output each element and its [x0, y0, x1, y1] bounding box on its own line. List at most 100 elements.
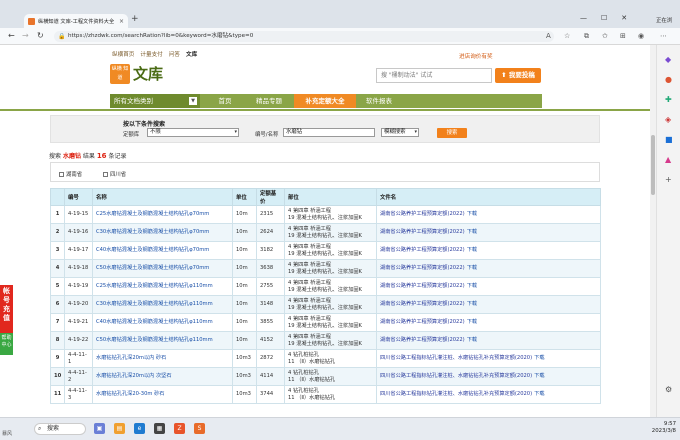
row-name-link[interactable]: C40水磨钻混凝土及钢筋混凝土结构钻孔φ70mm	[92, 241, 233, 260]
row-file: 湖南省公路养护工程预算定额(2022) 下载	[376, 241, 601, 260]
site-logo[interactable]: 纵横 知道 文库	[110, 63, 163, 84]
favorites-icon[interactable]: ✩	[602, 32, 608, 40]
row-name-link[interactable]: C25水磨钻混凝土及钢筋混凝土结构钻孔φ110mm	[92, 277, 233, 296]
result-keyword: 水磨钻	[62, 153, 81, 160]
row-name-link[interactable]: C50水磨钻混凝土及钢筋混凝土结构钻孔φ110mm	[92, 331, 233, 350]
nav-topics[interactable]: 精品专题	[244, 94, 294, 108]
table-row: 6 4-19-20 C30水磨钻混凝土及钢筋混凝土结构钻孔φ110mm 10m 3148…	[50, 295, 601, 314]
sidebar-settings-icon[interactable]: ⚙	[665, 385, 672, 394]
row-name-link[interactable]: C50水磨钻混凝土及钢筋混凝土结构钻孔φ70mm	[92, 259, 233, 278]
top-link-qa[interactable]: 问答	[169, 50, 180, 58]
add-sidebar-icon[interactable]: +	[665, 175, 672, 184]
row-unit: 10m3	[232, 385, 257, 404]
maximize-icon[interactable]: ☐	[601, 14, 607, 22]
edge-icon[interactable]: e	[134, 423, 145, 434]
download-link[interactable]: 下载	[467, 211, 477, 217]
mode-select[interactable]: 模糊搜索 ▾	[381, 128, 419, 137]
row-part: 4 钻孔桩钻孔 11 （Ⅱ）水磨钻钻孔	[284, 367, 377, 386]
tools-icon[interactable]: ✚	[665, 95, 672, 104]
top-link-library[interactable]: 文库	[186, 50, 197, 58]
top-link-pay[interactable]: 计量支付	[140, 50, 162, 58]
url-field[interactable]: 🔒 https://zhzdwk.com/searchRation?lib=0&…	[54, 31, 554, 42]
shopping-icon[interactable]: ●	[665, 75, 672, 84]
search-conditions: 按以下条件搜索 定额库 不限 ▾ 编号/名称 水磨钻 模糊搜索 ▾ 搜索	[50, 115, 600, 143]
row-index: 11	[50, 385, 65, 404]
tab-close-icon[interactable]: ×	[119, 18, 124, 25]
row-file-name: 湖南省公路养护工程预算定额(2022)	[380, 229, 465, 236]
new-tab-button[interactable]: +	[131, 14, 139, 24]
taskbar-search[interactable]: ⌕ 搜索	[34, 423, 86, 435]
close-window-icon[interactable]: ✕	[621, 14, 627, 22]
collections-icon[interactable]: ⊞	[620, 32, 626, 40]
lock-icon: 🔒	[58, 33, 66, 40]
row-index: 3	[50, 241, 65, 260]
drop-icon[interactable]: ▲	[665, 155, 671, 164]
download-link[interactable]: 下载	[467, 337, 477, 343]
help-badge[interactable]: 帮助中心	[0, 333, 13, 355]
filter-hunan[interactable]: 湖南省	[59, 170, 82, 178]
file-explorer-icon[interactable]: ▤	[114, 423, 125, 434]
row-price: 3638	[256, 259, 285, 278]
code-input[interactable]: 水磨钻	[283, 128, 375, 137]
download-link[interactable]: 下载	[467, 229, 477, 235]
taskbar-clock[interactable]: 9:57 2023/3/8	[640, 421, 676, 435]
table-row: 9 4-4-11-1 水磨钻钻孔孔深20m以内 砂石 10m3 2872 4 钻孔桩钻孔 1…	[50, 349, 601, 368]
download-link[interactable]: 下载	[467, 283, 477, 289]
refresh-icon[interactable]: ↻	[37, 31, 44, 40]
download-link[interactable]: 下载	[534, 355, 544, 361]
nav-supplement-quota[interactable]: 补充定额大全	[294, 94, 356, 108]
row-name-link[interactable]: C40水磨钻混凝土及钢筋混凝土结构钻孔φ110mm	[92, 313, 233, 332]
row-name-link[interactable]: C25水磨钻混凝土及钢筋混凝土结构钻孔φ70mm	[92, 205, 233, 224]
favorite-star-icon[interactable]: ☆	[564, 32, 570, 40]
row-name-link[interactable]: 水磨钻钻孔孔深20m以内 次坚石	[92, 367, 233, 386]
browser-tab[interactable]: 纵横知道 文库-工程文件资料大全 ×	[24, 14, 128, 28]
download-link[interactable]: 下载	[534, 391, 544, 397]
forward-icon[interactable]: →	[22, 31, 29, 40]
minimize-icon[interactable]: —	[580, 14, 587, 22]
download-link[interactable]: 下载	[467, 319, 477, 325]
app-z-icon[interactable]: Z	[174, 423, 185, 434]
download-link[interactable]: 下载	[534, 373, 544, 379]
store-icon[interactable]: ▦	[154, 423, 165, 434]
table-row: 2 4-19-16 C30水磨钻混凝土及钢筋混凝土结构钻孔φ70mm 10m 2624 4…	[50, 223, 601, 242]
outlook-icon[interactable]: ■	[665, 135, 673, 144]
app-s-icon[interactable]: S	[194, 423, 205, 434]
row-part: 4 第四章 桥涵工程 19 混凝土结构钻孔、注浆加固K	[284, 277, 377, 296]
nav-home[interactable]: 首页	[206, 94, 244, 108]
row-file-name: 湖南省公路养护工程预算定额(2022)	[380, 319, 465, 326]
download-link[interactable]: 下载	[467, 301, 477, 307]
copilot-icon[interactable]: ◆	[665, 55, 671, 64]
back-icon[interactable]: ←	[8, 31, 15, 40]
read-aloud-icon[interactable]: A	[546, 32, 551, 40]
logo-badge: 纵横 知道	[110, 63, 130, 84]
quote-link[interactable]: 进店询价有奖	[459, 52, 493, 60]
chevron-down-icon: ▼	[189, 97, 197, 105]
more-icon[interactable]: ⋯	[660, 32, 667, 40]
scrollbar-thumb[interactable]	[651, 135, 655, 195]
download-link[interactable]: 下载	[467, 265, 477, 271]
category-dropdown[interactable]: 所有文档类别 ▼	[110, 94, 200, 108]
filter-sichuan[interactable]: 四川省	[103, 170, 126, 178]
url-text: https://zhzdwk.com/searchRation?lib=0&ke…	[68, 33, 254, 39]
row-file-name: 湖南省公路养护工程预算定额(2022)	[380, 337, 465, 344]
recharge-badge[interactable]: 帐号充值	[0, 285, 13, 333]
task-view-icon[interactable]: ▣	[94, 423, 105, 434]
row-unit: 10m	[232, 295, 257, 314]
upload-button[interactable]: ⬆ 我要投稿	[495, 68, 541, 83]
top-links: 纵横首页 计量支付 问答 文库	[112, 50, 197, 58]
row-name-link[interactable]: C30水磨钻混凝土及钢筋混凝土结构钻孔φ110mm	[92, 295, 233, 314]
lib-select[interactable]: 不限 ▾	[147, 128, 239, 137]
profile-icon[interactable]: ◉	[638, 32, 644, 40]
row-name-link[interactable]: 水磨钻钻孔孔深20m以内 砂石	[92, 349, 233, 368]
top-link-home[interactable]: 纵横首页	[112, 50, 134, 58]
row-part-section: 11 （Ⅱ）水磨钻钻孔	[288, 358, 336, 365]
row-name-link[interactable]: C30水磨钻混凝土及钢筋混凝土结构钻孔φ70mm	[92, 223, 233, 242]
split-screen-icon[interactable]: ⧉	[584, 32, 589, 41]
site-search-input[interactable]: 搜 "桶制动法" 试试	[376, 68, 492, 83]
row-name-link[interactable]: 水磨钻钻孔孔深20-30m 砂石	[92, 385, 233, 404]
download-link[interactable]: 下载	[467, 247, 477, 253]
page-scrollbar[interactable]	[650, 45, 656, 417]
games-icon[interactable]: ◈	[665, 115, 671, 124]
search-button[interactable]: 搜索	[437, 128, 467, 138]
nav-software-reports[interactable]: 软件报表	[356, 94, 402, 108]
